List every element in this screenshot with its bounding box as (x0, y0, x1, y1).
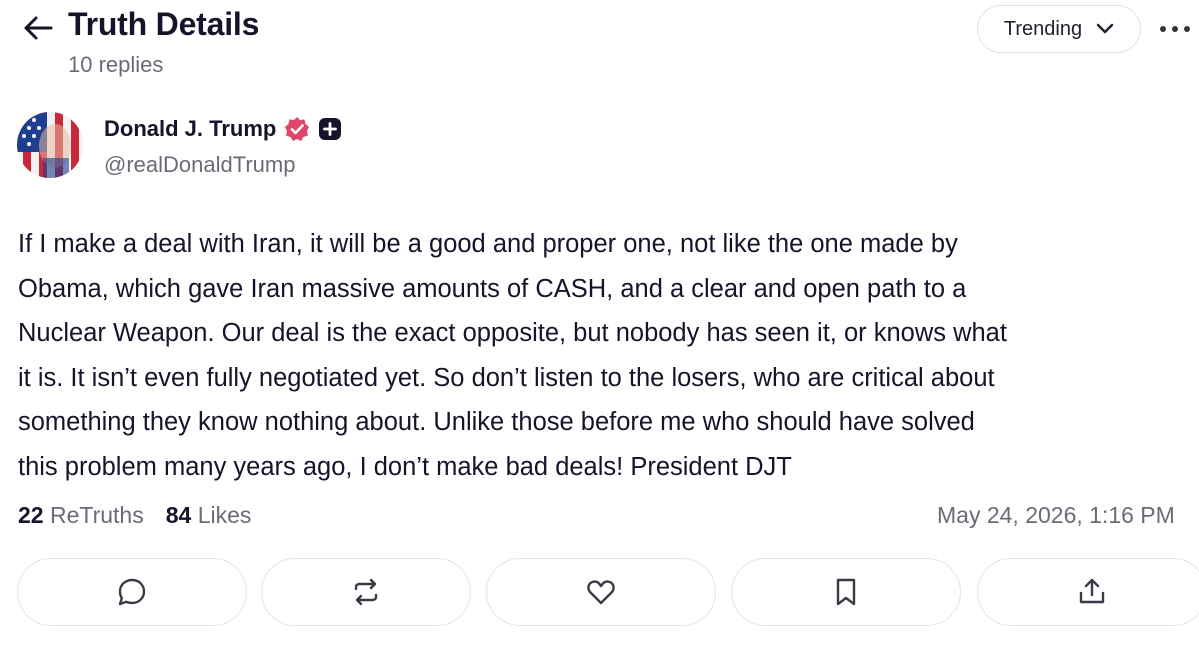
post-line: this problem many years ago, I don’t mak… (18, 452, 792, 481)
retruth-button[interactable] (261, 558, 471, 626)
likes-stat[interactable]: 84 Likes (166, 502, 252, 529)
author-handle[interactable]: @realDonaldTrump (104, 152, 295, 178)
more-dot-icon (1184, 26, 1190, 32)
share-button[interactable] (977, 558, 1199, 626)
retruth-icon (354, 578, 378, 606)
share-icon (1079, 578, 1105, 604)
reply-button[interactable] (17, 558, 247, 626)
post-line: it is. It isn’t even fully negotiated ye… (18, 363, 995, 392)
replies-count: 10 replies (68, 52, 164, 77)
more-dot-icon (1160, 26, 1166, 32)
post-stats: 22 ReTruths 84 Likes (18, 502, 251, 529)
more-options-button[interactable] (1160, 14, 1199, 44)
arrow-left-icon (24, 16, 53, 40)
retruths-count: 22 (18, 502, 44, 528)
bookmark-button[interactable] (731, 558, 961, 626)
like-button[interactable] (486, 558, 716, 626)
post-line: Nuclear Weapon. Our deal is the exact op… (18, 319, 1007, 348)
likes-label: Likes (197, 502, 252, 528)
back-button[interactable] (20, 10, 56, 46)
page-title: Truth Details (68, 6, 260, 42)
comment-icon (118, 578, 146, 606)
sort-label: Trending (1003, 17, 1083, 40)
retruths-stat[interactable]: 22 ReTruths (18, 502, 144, 529)
more-dot-icon (1172, 26, 1178, 32)
verified-badge-icon (285, 117, 310, 141)
plus-badge-icon (319, 118, 342, 140)
likes-count: 84 (165, 502, 192, 528)
chevron-down-icon (1096, 23, 1114, 34)
post-line: If I make a deal with Iran, it will be a… (18, 230, 958, 258)
post-line: Obama, which gave Iran massive amounts o… (18, 274, 967, 303)
post-timestamp: May 24, 2026, 1:16 PM (937, 502, 1175, 528)
avatar[interactable] (17, 112, 83, 178)
retruths-label: ReTruths (49, 502, 144, 528)
heart-icon (587, 580, 615, 605)
post-line: something they know nothing about. Unlik… (18, 408, 975, 437)
bookmark-icon (836, 578, 856, 606)
author-name[interactable]: Donald J. Trump (104, 116, 276, 142)
sort-dropdown[interactable]: Trending (977, 5, 1141, 53)
post-body: If I make a deal with Iran, it will be a… (18, 222, 1199, 490)
